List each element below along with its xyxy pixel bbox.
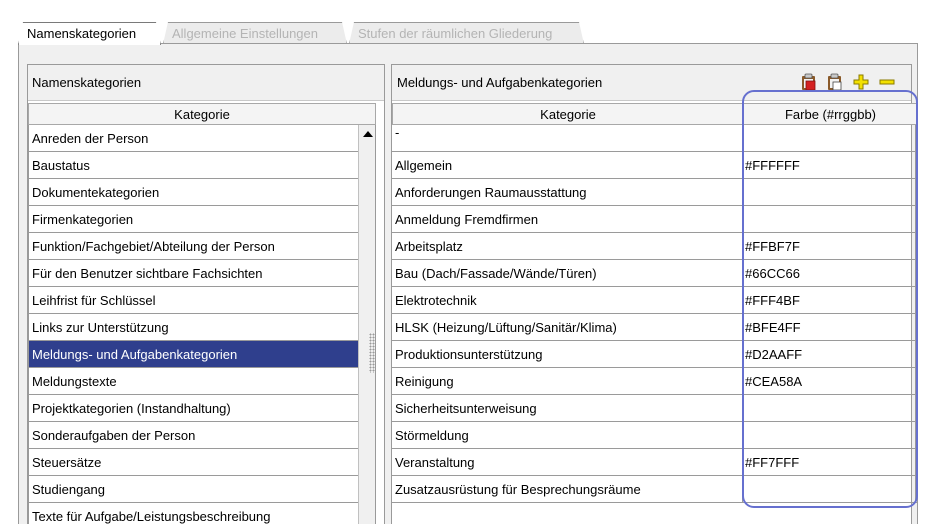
tab-allgemeine-einstellungen[interactable]: Allgemeine Einstellungen xyxy=(163,22,347,44)
farbe-cell[interactable] xyxy=(743,395,916,421)
table-row[interactable]: Sicherheitsunterweisung xyxy=(392,395,918,422)
kategorie-cell[interactable]: Bau (Dach/Fassade/Wände/Türen) xyxy=(392,260,743,286)
table-row[interactable]: Bau (Dach/Fassade/Wände/Türen) #66CC66 xyxy=(392,260,918,287)
left-list-scrollbar[interactable] xyxy=(358,125,376,524)
kategorie-cell[interactable]: Arbeitsplatz xyxy=(392,233,743,259)
namenskategorie-list-item[interactable]: Texte für Aufgabe/Leistungsbeschreibung xyxy=(28,503,358,524)
kategorie-cell[interactable]: Anforderungen Raumausstattung xyxy=(392,179,743,205)
right-column-header-kategorie[interactable]: Kategorie xyxy=(392,103,744,125)
paste-red-icon[interactable] xyxy=(799,72,819,92)
namenskategorie-list-item[interactable]: Für den Benutzer sichtbare Fachsichten xyxy=(28,260,358,287)
meldungs-aufgabenkategorien-table: - Allgemein #FFFFFF Anforderungen Raumausst… xyxy=(392,125,918,503)
namenskategorie-list-item[interactable]: Anreden der Person xyxy=(28,125,358,152)
namenskategorie-list-item[interactable]: Funktion/Fachgebiet/Abteilung der Person xyxy=(28,233,358,260)
namenskategorie-list-item[interactable]: Steuersätze xyxy=(28,449,358,476)
table-row[interactable]: Elektrotechnik #FFF4BF xyxy=(392,287,918,314)
kategorie-cell[interactable]: Veranstaltung xyxy=(392,449,743,475)
table-row[interactable]: Störmeldung xyxy=(392,422,918,449)
scroll-up-arrow-icon[interactable] xyxy=(359,125,376,143)
farbe-cell[interactable] xyxy=(743,476,916,502)
namenskategorie-list-item[interactable]: Studiengang xyxy=(28,476,358,503)
kategorie-cell[interactable]: Allgemein xyxy=(392,152,743,178)
farbe-cell[interactable]: #CEA58A xyxy=(743,368,916,394)
kategorie-cell[interactable]: Zusatzausrüstung für Besprechungsräume xyxy=(392,476,743,502)
add-icon[interactable] xyxy=(851,72,871,92)
paste-icon[interactable] xyxy=(825,72,845,92)
namenskategorien-list: Anreden der Person Baustatus Dokumentekate… xyxy=(28,125,358,524)
farbe-cell[interactable]: #FFBF7F xyxy=(743,233,916,259)
right-table-header: Kategorie Farbe (#rrggbb) xyxy=(392,103,918,125)
right-panel-header: Meldungs- und Aufgabenkategorien xyxy=(392,65,911,101)
farbe-cell[interactable]: #FF7FFF xyxy=(743,449,916,475)
farbe-cell[interactable]: #FFFFFF xyxy=(743,152,916,178)
farbe-cell[interactable] xyxy=(743,179,916,205)
kategorie-cell[interactable]: HLSK (Heizung/Lüftung/Sanitär/Klima) xyxy=(392,314,743,340)
splitter-grip[interactable] xyxy=(369,333,375,373)
kategorie-cell[interactable]: Elektrotechnik xyxy=(392,287,743,313)
right-panel-toolbar xyxy=(799,72,897,92)
namenskategorien-panel-title: Namenskategorien xyxy=(28,65,384,101)
table-row[interactable]: Reinigung #CEA58A xyxy=(392,368,918,395)
table-row[interactable]: HLSK (Heizung/Lüftung/Sanitär/Klima) #BFE… xyxy=(392,314,918,341)
right-column-header-farbe[interactable]: Farbe (#rrggbb) xyxy=(743,103,918,125)
namenskategorie-list-item[interactable]: Links zur Unterstützung xyxy=(28,314,358,341)
kategorie-cell[interactable]: Produktionsunterstützung xyxy=(392,341,743,367)
namenskategorie-list-item[interactable]: Baustatus xyxy=(28,152,358,179)
farbe-cell[interactable]: #66CC66 xyxy=(743,260,916,286)
farbe-cell[interactable]: #FFF4BF xyxy=(743,287,916,313)
table-row[interactable]: Anforderungen Raumausstattung xyxy=(392,179,918,206)
right-panel-title: Meldungs- und Aufgabenkategorien xyxy=(397,75,603,90)
farbe-cell[interactable] xyxy=(743,125,916,151)
farbe-cell[interactable] xyxy=(743,422,916,448)
farbe-cell[interactable]: #D2AAFF xyxy=(743,341,916,367)
tab-stufen-raeumliche-gliederung[interactable]: Stufen der räumlichen Gliederung xyxy=(349,22,584,44)
kategorie-cell[interactable]: Anmeldung Fremdfirmen xyxy=(392,206,743,232)
table-row[interactable]: - xyxy=(392,125,918,152)
namenskategorie-list-item[interactable]: Dokumentekategorien xyxy=(28,179,358,206)
left-column-header-kategorie[interactable]: Kategorie xyxy=(28,103,376,125)
kategorie-cell[interactable]: - xyxy=(392,125,743,151)
remove-icon[interactable] xyxy=(877,72,897,92)
table-row[interactable]: Anmeldung Fremdfirmen xyxy=(392,206,918,233)
table-row[interactable]: Arbeitsplatz #FFBF7F xyxy=(392,233,918,260)
table-row[interactable]: Veranstaltung #FF7FFF xyxy=(392,449,918,476)
farbe-cell[interactable] xyxy=(743,206,916,232)
table-row[interactable]: Produktionsunterstützung #D2AAFF xyxy=(392,341,918,368)
namenskategorie-list-item[interactable]: Firmenkategorien xyxy=(28,206,358,233)
namenskategorie-list-item[interactable]: Meldungs- und Aufgabenkategorien xyxy=(28,341,358,368)
namenskategorie-list-item[interactable]: Projektkategorien (Instandhaltung) xyxy=(28,395,358,422)
kategorie-cell[interactable]: Störmeldung xyxy=(392,422,743,448)
tab-bar: Namenskategorien Allgemeine Einstellunge… xyxy=(18,22,918,44)
table-row[interactable]: Allgemein #FFFFFF xyxy=(392,152,918,179)
table-row[interactable]: Zusatzausrüstung für Besprechungsräume xyxy=(392,476,918,503)
tab-namenskategorien[interactable]: Namenskategorien xyxy=(18,22,161,45)
kategorie-cell[interactable]: Reinigung xyxy=(392,368,743,394)
farbe-cell[interactable]: #BFE4FF xyxy=(743,314,916,340)
namenskategorie-list-item[interactable]: Leihfrist für Schlüssel xyxy=(28,287,358,314)
namenskategorie-list-item[interactable]: Sonderaufgaben der Person xyxy=(28,422,358,449)
kategorie-cell[interactable]: Sicherheitsunterweisung xyxy=(392,395,743,421)
namenskategorie-list-item[interactable]: Meldungstexte xyxy=(28,368,358,395)
